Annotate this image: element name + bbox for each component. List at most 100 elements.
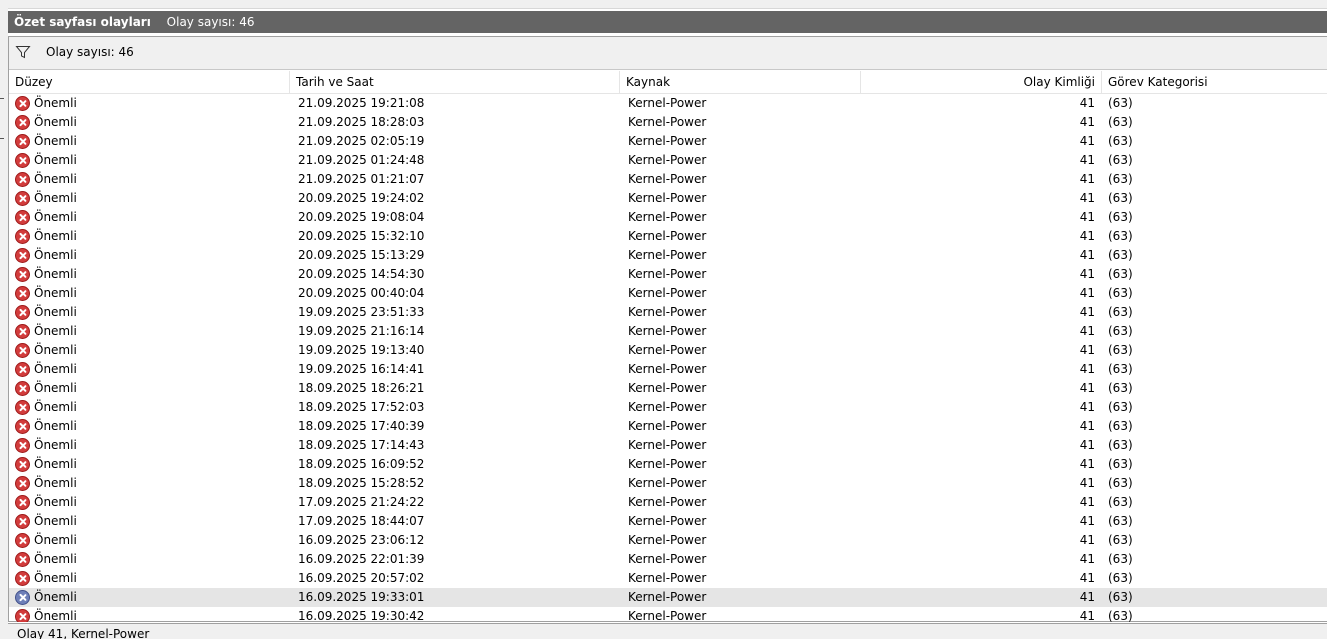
table-row[interactable]: Önemli 18.09.2025 17:40:39 Kernel-Power 41 (… xyxy=(9,417,1327,436)
filter-icon[interactable] xyxy=(15,44,31,60)
level-text: Önemli xyxy=(34,457,77,471)
critical-error-icon xyxy=(15,552,30,567)
table-row[interactable]: Önemli 19.09.2025 23:51:33 Kernel-Power 41 (… xyxy=(9,303,1327,322)
source-cell: Kernel-Power xyxy=(628,115,707,129)
table-row[interactable]: Önemli 20.09.2025 15:32:10 Kernel-Power 41 (… xyxy=(9,227,1327,246)
critical-error-icon xyxy=(15,172,30,187)
source-cell: Kernel-Power xyxy=(628,609,707,622)
status-bar: Olay 41, Kernel-Power xyxy=(8,623,1327,639)
table-row[interactable]: Önemli 21.09.2025 19:21:08 Kernel-Power 41 (… xyxy=(9,94,1327,113)
level-text: Önemli xyxy=(34,400,77,414)
table-row[interactable]: Önemli 21.09.2025 01:21:07 Kernel-Power 41 (… xyxy=(9,170,1327,189)
task-category-cell: (63) xyxy=(1108,533,1133,547)
top-strip xyxy=(0,0,1327,9)
task-category-cell: (63) xyxy=(1108,305,1133,319)
source-cell: Kernel-Power xyxy=(628,533,707,547)
source-cell: Kernel-Power xyxy=(628,191,707,205)
critical-error-icon xyxy=(15,476,30,491)
source-cell: Kernel-Power xyxy=(628,381,707,395)
column-header-event-id[interactable]: Olay Kimliği xyxy=(861,71,1102,93)
task-category-cell: (63) xyxy=(1108,495,1133,509)
event-id-cell: 41 xyxy=(1079,552,1095,566)
source-cell: Kernel-Power xyxy=(628,571,707,585)
table-row[interactable]: Önemli 18.09.2025 17:52:03 Kernel-Power 41 (… xyxy=(9,398,1327,417)
level-text: Önemli xyxy=(34,248,77,262)
event-id-cell: 41 xyxy=(1079,495,1095,509)
table-row[interactable]: Önemli 17.09.2025 18:44:07 Kernel-Power 41 (… xyxy=(9,512,1327,531)
date-time-cell: 20.09.2025 00:40:04 xyxy=(298,286,425,300)
event-id-cell: 41 xyxy=(1079,476,1095,490)
table-row[interactable]: Önemli 18.09.2025 18:26:21 Kernel-Power 41 (… xyxy=(9,379,1327,398)
filter-bar: Olay sayısı: 46 xyxy=(9,37,1327,70)
critical-error-icon xyxy=(15,533,30,548)
table-header: Düzey Tarih ve Saat Kaynak Olay Kimliği … xyxy=(9,71,1327,94)
date-time-cell: 20.09.2025 15:32:10 xyxy=(298,229,425,243)
table-row[interactable]: Önemli 19.09.2025 21:16:14 Kernel-Power 41 (… xyxy=(9,322,1327,341)
table-row[interactable]: Önemli 19.09.2025 19:13:40 Kernel-Power 41 (… xyxy=(9,341,1327,360)
level-text: Önemli xyxy=(34,96,77,110)
table-row[interactable]: Önemli 20.09.2025 14:54:30 Kernel-Power 41 (… xyxy=(9,265,1327,284)
level-text: Önemli xyxy=(34,153,77,167)
critical-error-icon xyxy=(15,419,30,434)
level-text: Önemli xyxy=(34,381,77,395)
source-cell: Kernel-Power xyxy=(628,286,707,300)
source-cell: Kernel-Power xyxy=(628,514,707,528)
event-id-cell: 41 xyxy=(1079,96,1095,110)
date-time-cell: 21.09.2025 01:21:07 xyxy=(298,172,425,186)
level-text: Önemli xyxy=(34,495,77,509)
level-text: Önemli xyxy=(34,571,77,585)
level-text: Önemli xyxy=(34,267,77,281)
event-id-cell: 41 xyxy=(1079,191,1095,205)
level-text: Önemli xyxy=(34,324,77,338)
event-id-cell: 41 xyxy=(1079,286,1095,300)
date-time-cell: 16.09.2025 22:01:39 xyxy=(298,552,425,566)
critical-error-icon xyxy=(15,324,30,339)
table-row[interactable]: Önemli 19.09.2025 16:14:41 Kernel-Power 41 (… xyxy=(9,360,1327,379)
table-row[interactable]: Önemli 20.09.2025 00:40:04 Kernel-Power 41 (… xyxy=(9,284,1327,303)
table-row[interactable]: Önemli 20.09.2025 15:13:29 Kernel-Power 41 (… xyxy=(9,246,1327,265)
source-cell: Kernel-Power xyxy=(628,324,707,338)
column-header-level[interactable]: Düzey xyxy=(9,71,290,93)
table-row[interactable]: Önemli 17.09.2025 21:24:22 Kernel-Power 41 (… xyxy=(9,493,1327,512)
date-time-cell: 19.09.2025 23:51:33 xyxy=(298,305,425,319)
source-cell: Kernel-Power xyxy=(628,419,707,433)
table-row[interactable]: Önemli 16.09.2025 20:57:02 Kernel-Power 41 (… xyxy=(9,569,1327,588)
table-row[interactable]: Önemli 16.09.2025 23:06:12 Kernel-Power 41 (… xyxy=(9,531,1327,550)
column-header-source[interactable]: Kaynak xyxy=(620,71,861,93)
critical-error-icon xyxy=(15,267,30,282)
task-category-cell: (63) xyxy=(1108,457,1133,471)
task-category-cell: (63) xyxy=(1108,419,1133,433)
table-row[interactable]: Önemli 16.09.2025 19:33:01 Kernel-Power 41 (… xyxy=(9,588,1327,607)
critical-error-icon xyxy=(15,362,30,377)
date-time-cell: 16.09.2025 20:57:02 xyxy=(298,571,425,585)
level-text: Önemli xyxy=(34,229,77,243)
event-id-cell: 41 xyxy=(1079,438,1095,452)
source-cell: Kernel-Power xyxy=(628,476,707,490)
date-time-cell: 18.09.2025 17:52:03 xyxy=(298,400,425,414)
table-row[interactable]: Önemli 18.09.2025 15:28:52 Kernel-Power 41 (… xyxy=(9,474,1327,493)
column-header-task-category[interactable]: Görev Kategorisi xyxy=(1102,71,1327,93)
table-row[interactable]: Önemli 18.09.2025 16:09:52 Kernel-Power 41 (… xyxy=(9,455,1327,474)
table-row[interactable]: Önemli 20.09.2025 19:08:04 Kernel-Power 41 (… xyxy=(9,208,1327,227)
table-row[interactable]: Önemli 21.09.2025 02:05:19 Kernel-Power 41 (… xyxy=(9,132,1327,151)
event-id-cell: 41 xyxy=(1079,153,1095,167)
column-header-date-time[interactable]: Tarih ve Saat xyxy=(290,71,620,93)
event-id-cell: 41 xyxy=(1079,514,1095,528)
source-cell: Kernel-Power xyxy=(628,343,707,357)
critical-error-icon xyxy=(15,590,30,605)
table-row[interactable]: Önemli 18.09.2025 17:14:43 Kernel-Power 41 (… xyxy=(9,436,1327,455)
task-category-cell: (63) xyxy=(1108,362,1133,376)
table-row[interactable]: Önemli 20.09.2025 19:24:02 Kernel-Power 41 (… xyxy=(9,189,1327,208)
date-time-cell: 16.09.2025 19:33:01 xyxy=(298,590,425,604)
date-time-cell: 20.09.2025 14:54:30 xyxy=(298,267,425,281)
date-time-cell: 18.09.2025 15:28:52 xyxy=(298,476,425,490)
critical-error-icon xyxy=(15,381,30,396)
table-row[interactable]: Önemli 21.09.2025 01:24:48 Kernel-Power 41 (… xyxy=(9,151,1327,170)
table-row[interactable]: Önemli 16.09.2025 19:30:42 Kernel-Power 41 (… xyxy=(9,607,1327,622)
table-row[interactable]: Önemli 21.09.2025 18:28:03 Kernel-Power 41 (… xyxy=(9,113,1327,132)
table-row[interactable]: Önemli 16.09.2025 22:01:39 Kernel-Power 41 (… xyxy=(9,550,1327,569)
event-id-cell: 41 xyxy=(1079,134,1095,148)
date-time-cell: 16.09.2025 19:30:42 xyxy=(298,609,425,622)
date-time-cell: 17.09.2025 21:24:22 xyxy=(298,495,425,509)
source-cell: Kernel-Power xyxy=(628,438,707,452)
